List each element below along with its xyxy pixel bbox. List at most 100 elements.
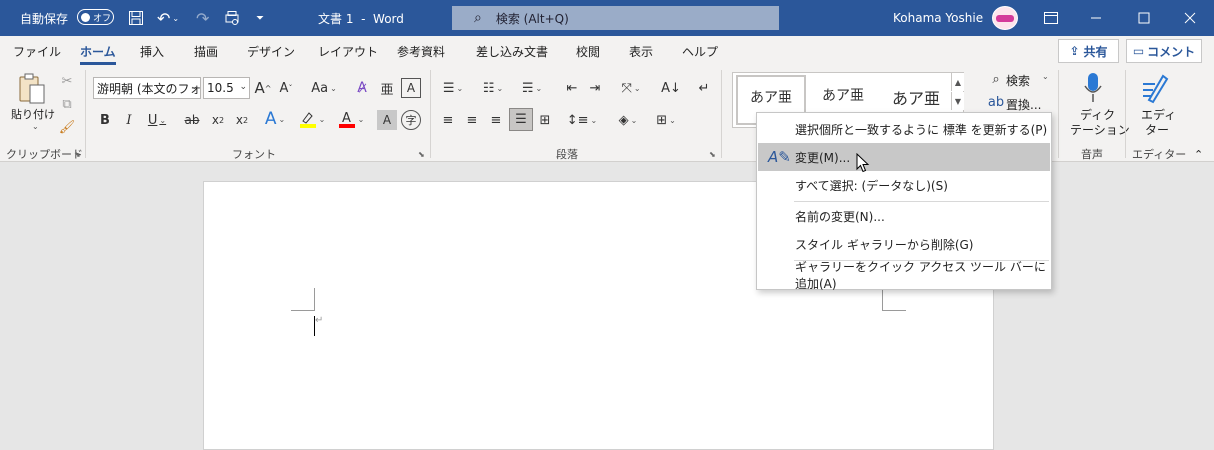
multilevel-list-icon[interactable]: ☴ ⌄ <box>516 78 548 98</box>
align-center-icon[interactable]: ≡ <box>462 110 482 130</box>
sort-icon[interactable]: A↓ <box>660 78 682 98</box>
maximize-icon[interactable] <box>1138 0 1150 36</box>
clipboard-launcher-icon[interactable]: ⬊ <box>74 150 81 159</box>
align-left-icon[interactable]: ≡ <box>438 110 458 130</box>
menu-item-label: 選択個所と一致するように 標準 を更新する(P) <box>795 122 1048 137</box>
paste-dropdown-icon[interactable]: ⌄ <box>32 122 39 131</box>
tab-view[interactable]: 表示 <box>629 43 653 60</box>
comment-label: コメント <box>1147 44 1196 59</box>
cut-icon[interactable]: ✂ <box>58 72 76 90</box>
comment-button[interactable]: ▭ コメント <box>1126 39 1202 63</box>
tab-layout[interactable]: レイアウト <box>318 43 378 60</box>
character-shading-icon[interactable]: A <box>377 110 397 130</box>
replace-label[interactable]: 置換... <box>1006 96 1041 113</box>
decrease-indent-icon[interactable]: ⇤ <box>562 78 582 98</box>
font-launcher-icon[interactable]: ⬊ <box>418 150 425 159</box>
undo-icon[interactable]: ↶ ⌄ <box>157 0 179 36</box>
replace-icon[interactable]: ab <box>987 93 1005 111</box>
clear-formatting-icon[interactable]: A̷ <box>352 78 372 98</box>
align-right-icon[interactable]: ≡ <box>486 110 506 130</box>
tab-home[interactable]: ホーム <box>80 43 116 65</box>
tab-file[interactable]: ファイル <box>13 43 61 60</box>
menu-item-rename[interactable]: 名前の変更(N)... <box>758 202 1050 230</box>
tab-help[interactable]: ヘルプ <box>682 43 718 60</box>
find-icon[interactable]: ⌕ <box>987 70 1005 88</box>
menu-item-remove-from-gallery[interactable]: スタイル ギャラリーから削除(G) <box>758 230 1050 258</box>
line-spacing-icon[interactable]: ↕≡ ⌄ <box>566 110 598 130</box>
menu-item-modify[interactable]: A✎ 変更(M)... <box>758 143 1050 171</box>
tab-mailings[interactable]: 差し込み文書 <box>476 43 548 60</box>
title-bar: 自動保存 オフ ↶ ⌄ ↷ ⏷ 文書 1 - Word ⌕ 検索 (Alt+Q) … <box>0 0 1214 36</box>
search-box[interactable]: ⌕ 検索 (Alt+Q) <box>452 6 779 30</box>
subscript-icon[interactable]: x2 <box>208 110 228 130</box>
customize-qat-icon[interactable]: ⏷ <box>256 0 264 36</box>
change-case-button[interactable]: Aa ⌄ <box>307 78 341 98</box>
editor-label-2[interactable]: ター <box>1145 121 1169 138</box>
font-color-icon[interactable]: A ⌄ <box>336 108 366 130</box>
phonetic-guide-icon[interactable]: 亜 <box>377 78 397 98</box>
text-direction-icon[interactable]: ⤧ ⌄ <box>615 78 647 98</box>
redo-icon[interactable]: ↷ <box>196 0 209 36</box>
borders-icon[interactable]: ⊞ ⌄ <box>650 110 682 130</box>
mouse-pointer-icon <box>856 152 870 176</box>
shrink-font-icon[interactable]: Aˇ <box>277 78 295 98</box>
share-button[interactable]: ⇪ 共有 <box>1058 39 1119 63</box>
group-separator <box>430 70 431 158</box>
menu-item-label: すべて選択: (データなし)(S) <box>795 178 948 193</box>
numbering-icon[interactable]: ☷ ⌄ <box>477 78 509 98</box>
group-separator <box>1125 70 1126 158</box>
paste-label[interactable]: 貼り付け <box>11 106 55 122</box>
shading-icon[interactable]: ◈ ⌄ <box>612 110 644 130</box>
paste-icon[interactable] <box>14 72 50 106</box>
find-dropdown-icon[interactable]: ⌄ <box>1042 72 1049 81</box>
font-name-combo[interactable]: 游明朝 (本文のフォ ⌄ <box>93 77 201 99</box>
copy-icon[interactable]: ⧉ <box>58 95 76 113</box>
enclose-characters-icon[interactable]: A <box>401 78 421 98</box>
increase-indent-icon[interactable]: ⇥ <box>585 78 605 98</box>
distributed-icon[interactable]: ⊞ <box>535 110 555 130</box>
print-preview-icon[interactable] <box>224 0 240 36</box>
tab-draw[interactable]: 描画 <box>194 43 218 60</box>
menu-item-select-all[interactable]: すべて選択: (データなし)(S) <box>758 171 1050 199</box>
menu-item-add-to-qat[interactable]: ギャラリーをクイック アクセス ツール バーに追加(A) <box>758 260 1050 291</box>
superscript-icon[interactable]: x2 <box>232 110 252 130</box>
editor-icon[interactable] <box>1140 70 1170 106</box>
font-size-combo[interactable]: 10.5 ⌄ <box>203 77 250 99</box>
format-painter-icon[interactable]: 🖌 <box>58 118 76 136</box>
tab-references[interactable]: 参考資料 <box>397 43 445 60</box>
ribbon-display-options-icon[interactable] <box>1044 0 1058 36</box>
avatar[interactable] <box>992 6 1018 30</box>
paragraph-launcher-icon[interactable]: ⬊ <box>709 150 716 159</box>
grow-font-icon[interactable]: A ^ <box>254 78 272 98</box>
dictate-label-2[interactable]: テーション <box>1070 121 1130 138</box>
gallery-scroll-down-icon[interactable]: ▼ <box>951 92 964 110</box>
tab-design[interactable]: デザイン <box>247 43 295 60</box>
group-separator <box>721 70 722 158</box>
underline-icon[interactable]: U ⌄ <box>143 110 171 130</box>
italic-icon[interactable]: I <box>120 110 138 130</box>
justify-icon[interactable]: ☰ <box>509 108 533 131</box>
dictate-icon[interactable] <box>1080 70 1106 106</box>
minimize-icon[interactable] <box>1090 0 1102 36</box>
toggle-knob <box>81 12 90 22</box>
close-icon[interactable] <box>1184 0 1196 36</box>
save-icon[interactable] <box>128 0 144 36</box>
font-name-value: 游明朝 (本文のフォ <box>97 81 201 96</box>
user-name[interactable]: Kohama Yoshie <box>893 0 983 36</box>
strikethrough-icon[interactable]: ab <box>181 110 203 130</box>
crop-mark <box>882 310 906 311</box>
collapse-ribbon-icon[interactable]: ⌃ <box>1194 148 1203 161</box>
enclose-circle-icon[interactable]: 字 <box>401 110 421 130</box>
text-effects-icon[interactable]: A ⌄ <box>260 108 290 130</box>
autosave-toggle[interactable]: オフ <box>77 9 114 25</box>
tab-review[interactable]: 校閲 <box>576 43 600 60</box>
bold-icon[interactable]: B <box>96 110 114 130</box>
show-paragraph-marks-icon[interactable]: ↵ <box>693 78 715 98</box>
gallery-scroll-up-icon[interactable]: ▲ <box>951 73 964 91</box>
highlight-color-icon[interactable]: ⌄ <box>297 108 327 130</box>
menu-item-update-style[interactable]: 選択個所と一致するように 標準 を更新する(P) <box>758 115 1050 143</box>
style-preview-text: あア亜 <box>891 89 940 108</box>
find-label[interactable]: 検索 <box>1006 72 1030 89</box>
tab-insert[interactable]: 挿入 <box>140 43 164 60</box>
bullets-icon[interactable]: ☰ ⌄ <box>438 78 468 98</box>
